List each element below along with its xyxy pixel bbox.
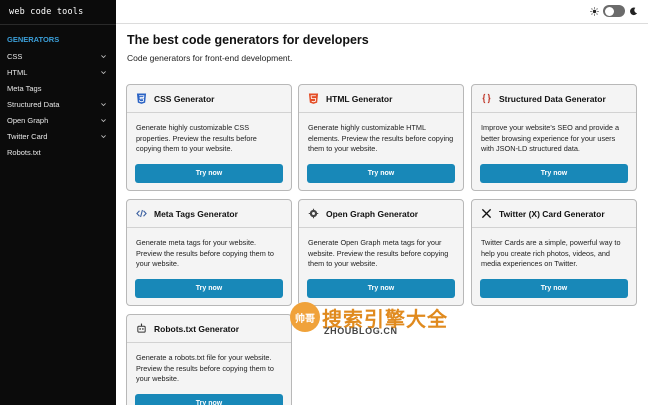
sidebar-item-label: HTML (7, 67, 28, 77)
card-title: HTML Generator (326, 93, 393, 104)
card-robots-txt-generator: Robots.txt Generator Generate a robots.t… (126, 314, 292, 405)
try-now-button[interactable]: Try now (307, 164, 455, 183)
brand-logo[interactable]: web code tools (0, 0, 116, 25)
sidebar-item-twitter-card[interactable]: Twitter Card (0, 128, 116, 144)
toggle-knob (604, 6, 614, 16)
try-now-button[interactable]: Try now (135, 394, 283, 405)
chevron-down-icon (101, 102, 106, 106)
card-title: Meta Tags Generator (154, 208, 238, 219)
card-title: Twitter (X) Card Generator (499, 208, 605, 219)
card-description: Generate Open Graph meta tags for your w… (308, 238, 449, 268)
sidebar-item-label: Twitter Card (7, 131, 48, 141)
main-content: The best code generators for developers … (116, 25, 648, 405)
card-html-generator: HTML Generator Generate highly customiza… (298, 84, 464, 191)
card-title: Structured Data Generator (499, 93, 606, 104)
page-subtitle: Code generators for front-end developmen… (127, 53, 293, 63)
sidebar-item-meta-tags[interactable]: Meta Tags (0, 80, 116, 96)
sidebar-item-css[interactable]: CSS (0, 48, 116, 64)
chevron-down-icon (101, 134, 106, 138)
sun-icon (590, 6, 599, 16)
robot-icon (136, 323, 147, 334)
chevron-down-icon (101, 118, 106, 122)
top-bar (116, 0, 648, 24)
try-now-button[interactable]: Try now (135, 164, 283, 183)
card-description: Twitter Cards are a simple, powerful way… (481, 238, 621, 268)
card-header: HTML Generator (299, 85, 463, 113)
card-header: Structured Data Generator (472, 85, 636, 113)
try-now-button[interactable]: Try now (480, 164, 628, 183)
nav-heading-generators: GENERATORS (7, 35, 60, 44)
sidebar-item-label: CSS (7, 51, 23, 61)
sidebar: web code tools GENERATORS CSS HTML Meta … (0, 0, 116, 405)
watermark-subtext: ZHOUBLOG.CN (324, 326, 398, 336)
card-open-graph-generator: Open Graph Generator Generate Open Graph… (298, 199, 464, 306)
sidebar-item-label: Meta Tags (7, 83, 42, 93)
card-twitter-card-generator: Twitter (X) Card Generator Twitter Cards… (471, 199, 637, 306)
card-header: CSS Generator (127, 85, 291, 113)
card-meta-tags-generator: Meta Tags Generator Generate meta tags f… (126, 199, 292, 306)
page-title: The best code generators for developers (127, 33, 369, 47)
sidebar-item-label: Structured Data (7, 99, 60, 109)
card-header: Open Graph Generator (299, 200, 463, 228)
sidebar-item-label: Open Graph (7, 115, 49, 125)
sidebar-item-robots-txt[interactable]: Robots.txt (0, 144, 116, 160)
theme-toggle[interactable] (603, 5, 625, 17)
card-description: Generate a robots.txt file for your webs… (136, 353, 274, 383)
card-header: Robots.txt Generator (127, 315, 291, 343)
try-now-button[interactable]: Try now (135, 279, 283, 298)
css3-icon (136, 93, 147, 104)
theme-switcher (590, 5, 638, 17)
open-graph-icon (308, 208, 319, 219)
card-header: Meta Tags Generator (127, 200, 291, 228)
html5-icon (308, 93, 319, 104)
watermark-logo: 帅哥 (290, 302, 320, 332)
sidebar-item-open-graph[interactable]: Open Graph (0, 112, 116, 128)
card-header: Twitter (X) Card Generator (472, 200, 636, 228)
try-now-button[interactable]: Try now (480, 279, 628, 298)
card-title: Open Graph Generator (326, 208, 419, 219)
card-title: CSS Generator (154, 93, 215, 104)
card-description: Improve your website's SEO and provide a… (481, 123, 620, 153)
card-title: Robots.txt Generator (154, 323, 240, 334)
sidebar-item-label: Robots.txt (7, 147, 41, 157)
moon-icon (630, 7, 638, 15)
code-brackets-icon (136, 208, 147, 219)
card-css-generator: CSS Generator Generate highly customizab… (126, 84, 292, 191)
card-description: Generate meta tags for your website. Pre… (136, 238, 274, 268)
x-logo-icon (481, 208, 492, 219)
sidebar-item-html[interactable]: HTML (0, 64, 116, 80)
card-description: Generate highly customizable HTML elemen… (308, 123, 454, 153)
braces-icon (481, 93, 492, 104)
chevron-down-icon (101, 54, 106, 58)
sidebar-item-structured-data[interactable]: Structured Data (0, 96, 116, 112)
try-now-button[interactable]: Try now (307, 279, 455, 298)
chevron-down-icon (101, 70, 106, 74)
card-description: Generate highly customizable CSS propert… (136, 123, 257, 153)
card-structured-data-generator: Structured Data Generator Improve your w… (471, 84, 637, 191)
